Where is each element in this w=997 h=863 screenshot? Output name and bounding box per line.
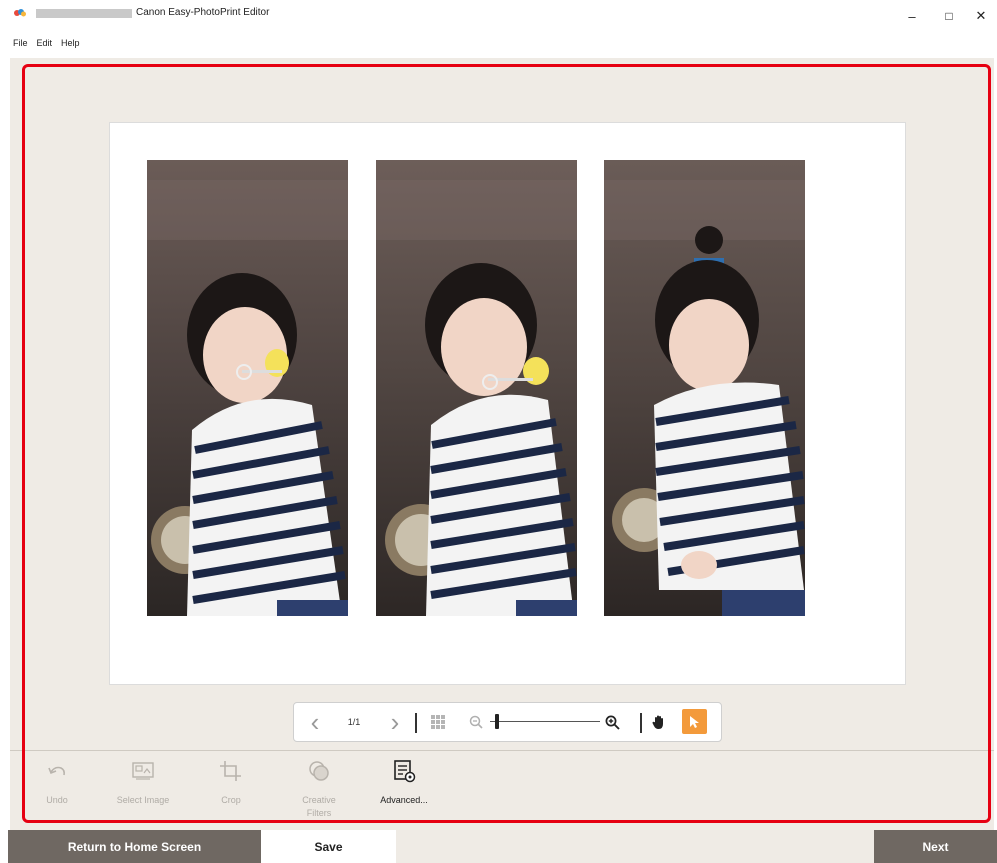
- footer-spacer: [396, 830, 874, 863]
- return-to-home-button[interactable]: Return to Home Screen: [8, 830, 261, 863]
- hand-icon: [652, 715, 663, 729]
- app-logo-icon: [14, 9, 26, 17]
- window-title: Canon Easy-PhotoPrint Editor: [136, 7, 270, 18]
- zoom-in-icon: [605, 715, 620, 730]
- next-page-button[interactable]: ›: [384, 703, 406, 741]
- creative-filters-label: Creative Filters: [302, 795, 336, 818]
- photo-girl-smiling: [604, 160, 805, 616]
- page-list-button[interactable]: [426, 703, 450, 741]
- save-button[interactable]: Save: [261, 830, 396, 863]
- zoom-out-button[interactable]: [466, 703, 486, 741]
- advanced-label: Advanced...: [380, 795, 428, 805]
- select-image-icon: [132, 762, 154, 780]
- title-bar: Canon Easy-PhotoPrint Editor – □ ✕: [0, 0, 997, 34]
- creative-filters-icon: [309, 761, 329, 781]
- title-redacted-bar: [36, 9, 132, 18]
- zoom-slider-thumb[interactable]: [495, 714, 499, 729]
- advanced-icon: [394, 760, 416, 783]
- zoom-slider-track[interactable]: [490, 721, 600, 722]
- page-indicator: 1/1: [347, 717, 361, 727]
- nav-separator: [640, 713, 642, 733]
- toolbar-divider: [10, 750, 994, 751]
- close-button[interactable]: ✕: [966, 4, 996, 28]
- photo-slot-2[interactable]: [376, 160, 577, 616]
- select-image-label: Select Image: [116, 795, 170, 805]
- crop-label: Crop: [221, 795, 241, 805]
- print-page-canvas[interactable]: [109, 122, 906, 685]
- undo-icon: [48, 766, 65, 776]
- undo-tool[interactable]: Undo: [12, 758, 102, 807]
- photo-slot-3[interactable]: [604, 160, 805, 616]
- photo-girl-blowing-bubbles-1: [147, 160, 348, 616]
- page-navigation-bar: ‹ 1/1 ›: [293, 702, 722, 742]
- undo-label: Undo: [46, 795, 68, 805]
- prev-page-button[interactable]: ‹: [304, 703, 326, 741]
- crop-icon: [220, 761, 241, 781]
- menu-bar: File Edit Help: [0, 38, 80, 52]
- next-button[interactable]: Next: [874, 830, 997, 863]
- crop-tool[interactable]: Crop: [186, 758, 276, 807]
- menu-edit[interactable]: Edit: [37, 38, 53, 52]
- maximize-button[interactable]: □: [934, 4, 964, 28]
- hand-tool-button[interactable]: [648, 703, 670, 741]
- grid-icon: [431, 715, 445, 729]
- advanced-tool[interactable]: Advanced...: [359, 758, 449, 807]
- zoom-out-icon: [469, 715, 483, 729]
- minimize-button[interactable]: –: [897, 4, 927, 28]
- creative-filters-tool[interactable]: Creative Filters: [274, 758, 364, 820]
- menu-help[interactable]: Help: [61, 38, 80, 52]
- select-image-tool[interactable]: Select Image: [98, 758, 188, 807]
- select-tool-button[interactable]: [682, 709, 707, 734]
- zoom-in-button[interactable]: [602, 703, 622, 741]
- photo-slot-1[interactable]: [147, 160, 348, 616]
- nav-separator: [415, 713, 417, 733]
- photo-girl-blowing-bubbles-2: [376, 160, 577, 616]
- pointer-icon: [690, 715, 699, 728]
- menu-file[interactable]: File: [13, 38, 28, 52]
